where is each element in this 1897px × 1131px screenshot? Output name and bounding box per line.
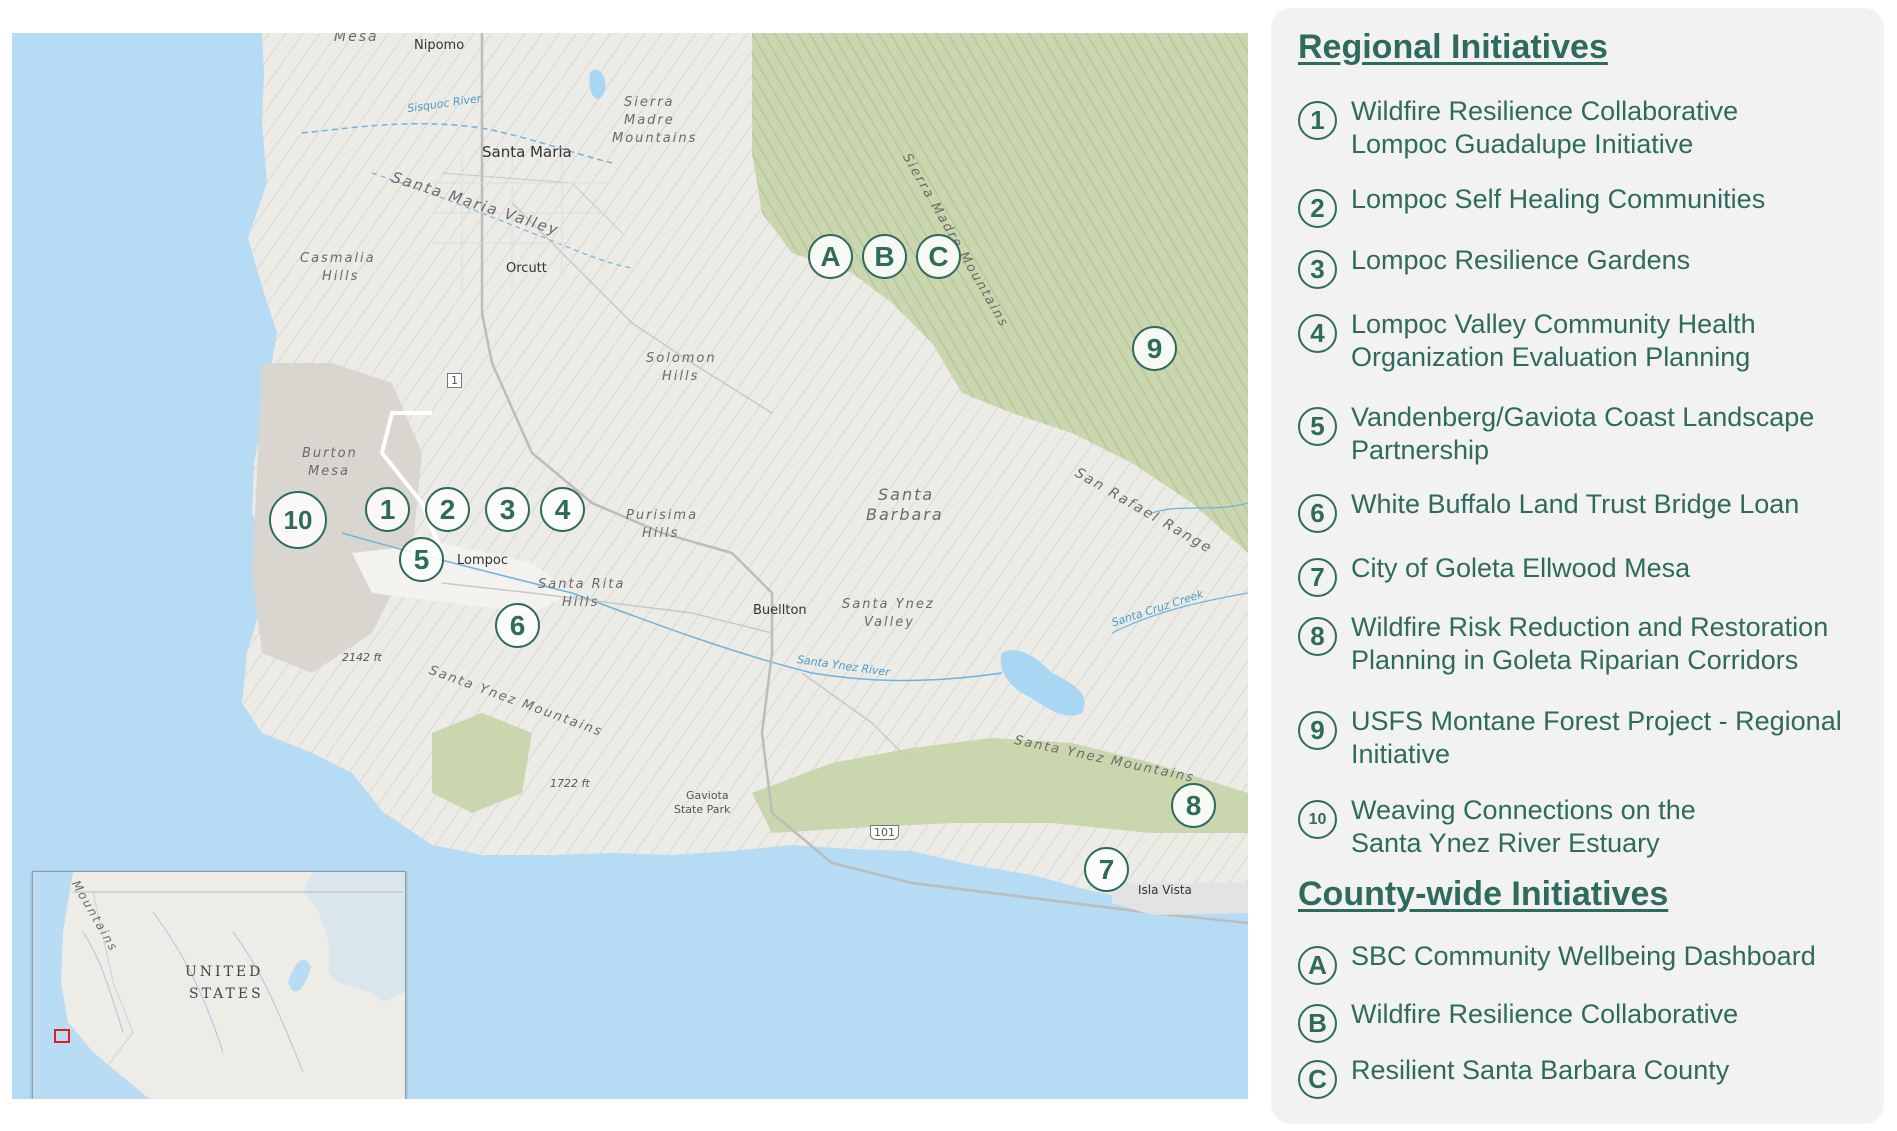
map-label-sierra: Sierra <box>624 95 675 110</box>
legend-item-4[interactable]: 4 Lompoc Valley Community Health Organiz… <box>1298 308 1801 374</box>
regional-initiatives-heading: Regional Initiatives <box>1298 28 1608 66</box>
legend-item-1[interactable]: 1 Wildfire Resilience Collaborative Lomp… <box>1298 95 1771 161</box>
map-marker-4[interactable]: 4 <box>540 487 585 532</box>
map-label-santa-ynez: Santa Ynez <box>842 597 935 612</box>
legend-item-3[interactable]: 3 Lompoc Resilience Gardens <box>1298 244 1871 289</box>
legend-marker-8: 8 <box>1298 617 1337 656</box>
map-label-santa: Santa <box>878 485 935 504</box>
map-label-santa-maria: Santa Maria <box>482 143 572 161</box>
legend-label-a: SBC Community Wellbeing Dashboard <box>1351 941 1816 971</box>
map-label-madre: Madre <box>624 113 675 128</box>
map-marker-8[interactable]: 8 <box>1171 783 1216 828</box>
legend-marker-c: C <box>1298 1060 1337 1099</box>
map-label-casmalia-hills: Hills <box>322 269 360 284</box>
map-marker-2[interactable]: 2 <box>425 487 470 532</box>
legend-item-a[interactable]: A SBC Community Wellbeing Dashboard <box>1298 940 1871 985</box>
map-label-casmalia: Casmalia <box>300 251 376 266</box>
map-label-buellton: Buellton <box>753 603 807 618</box>
legend-item-7[interactable]: 7 City of Goleta Ellwood Mesa <box>1298 552 1871 597</box>
map-label-solomon: Solomon <box>646 351 717 366</box>
legend-label-7: City of Goleta Ellwood Mesa <box>1351 553 1691 583</box>
legend-item-2[interactable]: 2 Lompoc Self Healing Communities <box>1298 183 1871 228</box>
map-marker-9[interactable]: 9 <box>1132 326 1177 371</box>
map-marker-b[interactable]: B <box>862 234 907 279</box>
legend-label-9: USFS Montane Forest Project - Regional I… <box>1351 706 1842 769</box>
map-label-solomon-hills: Hills <box>662 369 700 384</box>
region-map[interactable]: Mesa Nipomo Sisquoc River Sierra Madre M… <box>12 33 1248 1099</box>
legend-label-1: Wildfire Resilience Collaborative Lompoc… <box>1351 96 1739 159</box>
map-label-elev-2142: 2142 ft <box>342 651 382 664</box>
map-label-burton-mesa: Mesa <box>308 464 350 479</box>
legend-marker-5: 5 <box>1298 407 1337 446</box>
legend-item-9[interactable]: 9 USFS Montane Forest Project - Regional… <box>1298 705 1871 771</box>
map-marker-1[interactable]: 1 <box>365 487 410 532</box>
map-label-gaviota: Gaviota <box>686 789 729 802</box>
legend-label-3: Lompoc Resilience Gardens <box>1351 245 1691 275</box>
legend-marker-6: 6 <box>1298 494 1337 533</box>
legend-label-10: Weaving Connections on the Santa Ynez Ri… <box>1351 795 1696 858</box>
legend-label-4: Lompoc Valley Community Health Organizat… <box>1351 309 1756 372</box>
legend-item-10[interactable]: 10 Weaving Connections on the Santa Ynez… <box>1298 794 1731 860</box>
route-1-shield: 1 <box>447 373 462 388</box>
map-label-orcutt: Orcutt <box>506 261 547 276</box>
legend-item-c[interactable]: C Resilient Santa Barbara County <box>1298 1054 1871 1099</box>
map-marker-7[interactable]: 7 <box>1084 847 1129 892</box>
map-marker-3[interactable]: 3 <box>485 487 530 532</box>
route-101-shield: 101 <box>870 825 899 840</box>
map-label-isla-vista: Isla Vista <box>1138 883 1192 897</box>
map-label-santa-rita: Santa Rita <box>538 577 626 592</box>
legend-label-b: Wildfire Resilience Collaborative <box>1351 999 1739 1029</box>
map-label-burton: Burton <box>302 446 358 461</box>
map-marker-a[interactable]: A <box>808 234 853 279</box>
map-label-barbara: Barbara <box>866 505 944 524</box>
legend-label-c: Resilient Santa Barbara County <box>1351 1055 1730 1085</box>
legend-label-2: Lompoc Self Healing Communities <box>1351 184 1766 214</box>
map-marker-10[interactable]: 10 <box>269 491 327 549</box>
legend-item-8[interactable]: 8 Wildfire Risk Reduction and Restoratio… <box>1298 611 1871 677</box>
inset-locator-map: Mountains UNITED STATES <box>32 871 406 1099</box>
legend-panel: Regional Initiatives 1 Wildfire Resilien… <box>1271 8 1884 1124</box>
legend-marker-10: 10 <box>1298 800 1337 839</box>
map-label-santa-ynez-valley: Valley <box>864 615 915 630</box>
legend-marker-a: A <box>1298 946 1337 985</box>
legend-marker-2: 2 <box>1298 189 1337 228</box>
legend-marker-1: 1 <box>1298 101 1337 140</box>
legend-marker-b: B <box>1298 1004 1337 1043</box>
legend-label-6: White Buffalo Land Trust Bridge Loan <box>1351 489 1800 519</box>
map-label-mesa: Mesa <box>334 33 379 45</box>
legend-label-8: Wildfire Risk Reduction and Restoration … <box>1351 612 1829 675</box>
map-label-gaviota-state-park: State Park <box>674 803 731 816</box>
map-marker-6[interactable]: 6 <box>495 603 540 648</box>
legend-item-6[interactable]: 6 White Buffalo Land Trust Bridge Loan <box>1298 488 1871 533</box>
map-marker-c[interactable]: C <box>916 234 961 279</box>
legend-item-5[interactable]: 5 Vandenberg/Gaviota Coast Landscape Par… <box>1298 401 1851 467</box>
legend-item-b[interactable]: B Wildfire Resilience Collaborative <box>1298 998 1871 1043</box>
legend-marker-3: 3 <box>1298 250 1337 289</box>
inset-label-united: UNITED <box>185 964 264 980</box>
map-label-santa-rita-hills: Hills <box>562 595 600 610</box>
map-label-lompoc: Lompoc <box>457 553 508 568</box>
legend-marker-9: 9 <box>1298 711 1337 750</box>
legend-marker-7: 7 <box>1298 558 1337 597</box>
map-label-mountains: Mountains <box>612 131 698 146</box>
map-label-purisima: Purisima <box>626 508 699 523</box>
inset-location-box <box>54 1029 70 1043</box>
legend-marker-4: 4 <box>1298 314 1337 353</box>
inset-label-states: STATES <box>189 986 264 1002</box>
legend-label-5: Vandenberg/Gaviota Coast Landscape Partn… <box>1351 402 1815 465</box>
map-label-nipomo: Nipomo <box>414 38 465 53</box>
county-wide-initiatives-heading: County-wide Initiatives <box>1298 875 1669 913</box>
map-label-purisima-hills: Hills <box>642 526 680 541</box>
map-label-elev-1722: 1722 ft <box>550 777 590 790</box>
map-marker-5[interactable]: 5 <box>399 537 444 582</box>
